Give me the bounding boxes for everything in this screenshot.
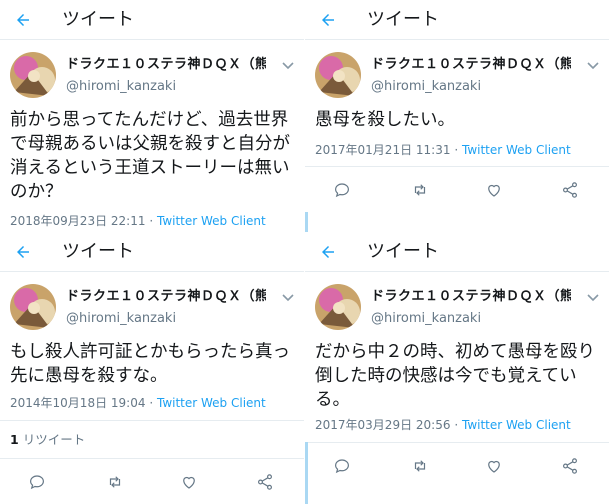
- reply-icon[interactable]: [333, 457, 351, 475]
- divider: [0, 420, 304, 421]
- user-handle[interactable]: @hiromi_kanzaki: [66, 310, 176, 327]
- avatar[interactable]: [315, 52, 361, 98]
- tweet-client-link[interactable]: Twitter Web Client: [157, 214, 266, 228]
- avatar[interactable]: [10, 52, 56, 98]
- tweet-panel: ツイート ドラクエ１０ステラ神ＤＱＸ（熊... @hiromi_kanzaki …: [305, 0, 609, 232]
- display-name[interactable]: ドラクエ１０ステラ神ＤＱＸ（熊...: [371, 56, 571, 73]
- tweet-actions: [0, 458, 304, 504]
- tweet-panel: ツイート ドラクエ１０ステラ神ＤＱＸ（熊... @hiromi_kanzaki …: [0, 232, 304, 504]
- back-arrow-icon[interactable]: [14, 243, 32, 261]
- tweet-actions: [305, 166, 609, 212]
- tweet-panel: ツイート ドラクエ１０ステラ神ＤＱＸ（熊... @hiromi_kanzaki …: [305, 232, 609, 504]
- display-name[interactable]: ドラクエ１０ステラ神ＤＱＸ（熊...: [66, 56, 266, 73]
- retweet-icon[interactable]: [411, 457, 429, 475]
- chevron-down-icon[interactable]: [587, 60, 599, 70]
- chevron-down-icon[interactable]: [282, 60, 294, 70]
- tweet-date: 2014年10月18日 19:04: [10, 396, 146, 410]
- tweet-text: もし殺人許可証とかもらったら真っ先に愚母を殺すな。: [10, 342, 290, 386]
- retweet-icon[interactable]: [106, 473, 124, 491]
- tweet-panel: ツイート ドラクエ１０ステラ神ＤＱＸ（熊... @hiromi_kanzaki …: [0, 0, 304, 232]
- tweet-meta: 2018年09月23日 22:11 · Twitter Web Client: [10, 213, 266, 229]
- like-icon[interactable]: [485, 457, 503, 475]
- tweet-text: 前から思ってたんだけど、過去世界で母親あるいは父親を殺すと自分が消えるという王道…: [10, 110, 290, 202]
- share-icon[interactable]: [561, 457, 579, 475]
- chevron-down-icon[interactable]: [587, 292, 599, 302]
- tweet-screenshot-grid: ツイート ドラクエ１０ステラ神ＤＱＸ（熊... @hiromi_kanzaki …: [0, 0, 609, 504]
- avatar[interactable]: [10, 284, 56, 330]
- avatar[interactable]: [315, 284, 361, 330]
- tweet-actions: [305, 442, 609, 488]
- tweet-header: ツイート: [0, 0, 304, 40]
- header-title: ツイート: [367, 9, 439, 30]
- back-arrow-icon[interactable]: [319, 11, 337, 29]
- chevron-down-icon[interactable]: [282, 292, 294, 302]
- back-arrow-icon[interactable]: [14, 11, 32, 29]
- user-handle[interactable]: @hiromi_kanzaki: [371, 78, 481, 95]
- tweet-client-link[interactable]: Twitter Web Client: [462, 418, 571, 432]
- tweet-client-link[interactable]: Twitter Web Client: [157, 396, 266, 410]
- meta-separator: ·: [454, 418, 459, 432]
- back-arrow-icon[interactable]: [319, 243, 337, 261]
- tweet-text: 愚母を殺したい。: [315, 110, 455, 130]
- meta-separator: ·: [149, 396, 154, 410]
- meta-separator: ·: [454, 143, 459, 157]
- header-title: ツイート: [367, 241, 439, 262]
- share-icon[interactable]: [256, 473, 274, 491]
- meta-separator: ·: [149, 214, 154, 228]
- tweet-header: ツイート: [305, 232, 609, 272]
- tweet-date: 2017年03月29日 20:56: [315, 418, 451, 432]
- tweet-date: 2017年01月21日 11:31: [315, 143, 451, 157]
- tweet-text: だから中２の時、初めて愚母を殴り倒した時の快感は今でも覚えている。: [315, 342, 595, 410]
- like-icon[interactable]: [485, 181, 503, 199]
- header-title: ツイート: [62, 241, 134, 262]
- tweet-header: ツイート: [305, 0, 609, 40]
- tweet-header: ツイート: [0, 232, 304, 272]
- share-icon[interactable]: [561, 181, 579, 199]
- user-handle[interactable]: @hiromi_kanzaki: [66, 78, 176, 95]
- display-name[interactable]: ドラクエ１０ステラ神ＤＱＸ（熊...: [66, 288, 266, 305]
- tweet-meta: 2017年03月29日 20:56 · Twitter Web Client: [315, 417, 571, 433]
- retweet-count-label: リツイート: [22, 432, 86, 447]
- reply-icon[interactable]: [28, 473, 46, 491]
- tweet-meta: 2014年10月18日 19:04 · Twitter Web Client: [10, 395, 266, 411]
- like-icon[interactable]: [180, 473, 198, 491]
- retweet-icon[interactable]: [411, 181, 429, 199]
- user-handle[interactable]: @hiromi_kanzaki: [371, 310, 481, 327]
- reply-icon[interactable]: [333, 181, 351, 199]
- tweet-date: 2018年09月23日 22:11: [10, 214, 146, 228]
- tweet-meta: 2017年01月21日 11:31 · Twitter Web Client: [315, 142, 571, 158]
- tweet-client-link[interactable]: Twitter Web Client: [462, 143, 571, 157]
- retweet-count-value: 1: [10, 432, 19, 447]
- scroll-indicator: [305, 442, 308, 504]
- display-name[interactable]: ドラクエ１０ステラ神ＤＱＸ（熊...: [371, 288, 571, 305]
- scroll-indicator: [305, 212, 308, 232]
- retweet-count[interactable]: 1 リツイート: [10, 432, 85, 448]
- header-title: ツイート: [62, 9, 134, 30]
